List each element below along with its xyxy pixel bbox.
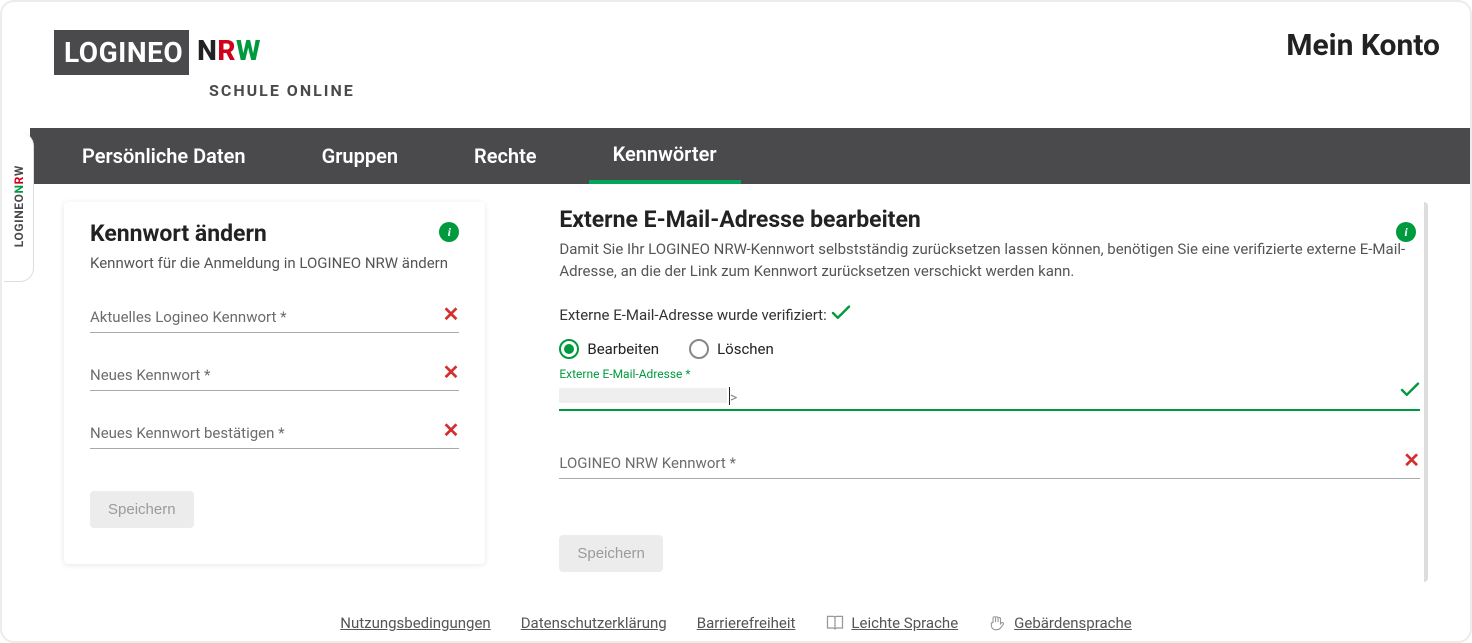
logo-nrw: NRW [197,34,261,67]
info-icon[interactable]: i [1396,222,1416,242]
link-easy-language-label: Leichte Sprache [851,614,958,632]
current-password-field[interactable]: Aktuelles Logineo Kennwort * ✕ [90,305,459,333]
tab-passwords[interactable]: Kennwörter [589,128,741,184]
external-email-title: Externe E-Mail-Adresse bearbeiten [559,206,1420,233]
new-password-field[interactable]: Neues Kennwort * ✕ [90,363,459,391]
logineo-password-field[interactable]: LOGINEO NRW Kennwort * ✕ [559,451,1420,479]
invalid-icon: ✕ [443,418,460,442]
tab-groups[interactable]: Gruppen [298,128,422,184]
link-terms[interactable]: Nutzungsbedingungen [340,613,490,633]
logineo-password-placeholder: LOGINEO NRW Kennwort * [559,454,736,472]
radio-delete[interactable]: Löschen [689,339,774,359]
link-sign-language[interactable]: Gebärdensprache [988,613,1132,633]
confirm-password-placeholder: Neues Kennwort bestätigen * [90,424,285,442]
radio-outer [689,339,709,359]
save-password-button[interactable]: Speichern [90,491,194,528]
external-email-float-label: Externe E-Mail-Adresse * [559,367,690,381]
radio-edit[interactable]: Bearbeiten [559,339,659,359]
footer-links: Nutzungsbedingungen Datenschutzerklärung… [2,613,1470,633]
logo-wordmark: LOGINEO [54,30,189,75]
checkmark-icon [831,305,851,325]
page-title: Mein Konto [1286,28,1440,63]
change-password-subtitle: Kennwort für die Anmeldung in LOGINEO NR… [90,253,459,275]
text-cursor [729,387,730,405]
tab-bar: Persönliche Daten Gruppen Rechte Kennwör… [30,128,1470,184]
valid-icon [1400,379,1420,403]
main-content: i Kennwort ändern Kennwort für die Anmel… [2,184,1470,584]
link-accessibility[interactable]: Barrierefreiheit [697,613,796,633]
link-privacy[interactable]: Datenschutzerklärung [521,613,667,633]
external-email-value-masked [559,388,727,403]
change-password-title: Kennwort ändern [90,220,459,247]
header: LOGINEO NRW SCHULE ONLINE Mein Konto [2,2,1470,128]
radio-delete-label: Löschen [717,340,774,358]
radio-edit-label: Bearbeiten [587,340,659,358]
link-easy-language[interactable]: Leichte Sprache [825,613,958,633]
logo-subline: SCHULE ONLINE [209,81,355,100]
book-icon [825,613,845,633]
hands-icon [988,613,1008,633]
invalid-icon: ✕ [443,360,460,384]
invalid-icon: ✕ [1403,448,1420,472]
radio-outer [559,339,579,359]
tab-rights[interactable]: Rechte [450,128,561,184]
confirm-password-field[interactable]: Neues Kennwort bestätigen * ✕ [90,421,459,449]
side-flyout-label: LOGINEONRW [12,165,26,247]
tab-personal-data[interactable]: Persönliche Daten [58,128,270,184]
current-password-placeholder: Aktuelles Logineo Kennwort * [90,308,287,326]
invalid-icon: ✕ [443,302,460,326]
logo: LOGINEO NRW SCHULE ONLINE [54,30,355,100]
save-email-button[interactable]: Speichern [559,535,663,572]
external-email-field[interactable]: Externe E-Mail-Adresse * [559,383,1420,411]
external-email-subtitle: Damit Sie Ihr LOGINEO NRW-Kennwort selbs… [559,239,1420,283]
change-password-card: i Kennwort ändern Kennwort für die Anmel… [64,202,485,564]
new-password-placeholder: Neues Kennwort * [90,366,210,384]
email-action-radio-group: Bearbeiten Löschen [559,339,1420,359]
external-email-card: i Externe E-Mail-Adresse bearbeiten Dami… [543,202,1428,582]
verified-status-line: Externe E-Mail-Adresse wurde verifiziert… [559,305,1420,325]
side-flyout-tab[interactable]: LOGINEONRW [4,132,34,282]
link-sign-language-label: Gebärdensprache [1014,614,1132,632]
verified-status-text: Externe E-Mail-Adresse wurde verifiziert… [559,306,826,324]
